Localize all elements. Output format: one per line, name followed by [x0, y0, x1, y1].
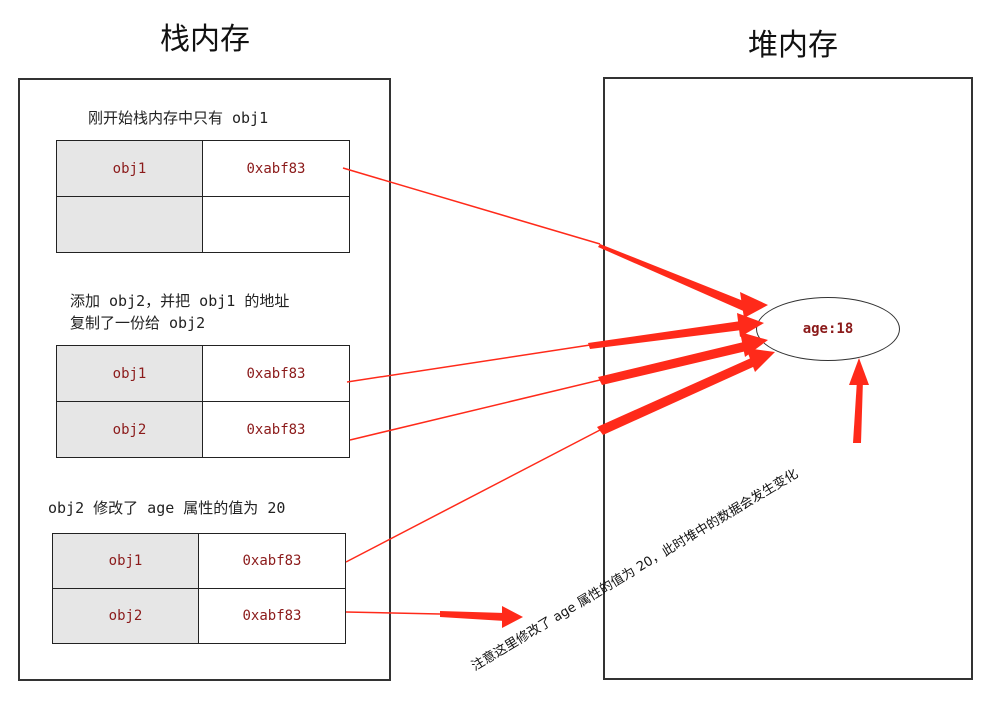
address-cell: [202, 196, 350, 253]
stack-table-1: obj1 0xabf83: [56, 140, 350, 253]
section-2-caption: 添加 obj2，并把 obj1 的地址 复制了一份给 obj2: [70, 292, 290, 332]
table-row: [56, 196, 350, 253]
variable-name-cell: obj1: [56, 140, 203, 197]
variable-name-cell: obj1: [56, 345, 203, 402]
address-cell: 0xabf83: [198, 533, 346, 589]
table-row: obj2 0xabf83: [56, 401, 350, 458]
table-row: obj1 0xabf83: [52, 533, 346, 589]
address-cell: 0xabf83: [198, 588, 346, 644]
address-cell: 0xabf83: [202, 140, 350, 197]
stack-table-3: obj1 0xabf83 obj2 0xabf83: [52, 533, 346, 644]
section-1-caption: 刚开始栈内存中只有 obj1: [88, 109, 269, 127]
heap-object-ellipse: age:18: [756, 297, 900, 361]
variable-name-cell: obj2: [52, 588, 199, 644]
address-cell: 0xabf83: [202, 345, 350, 402]
table-row: obj1 0xabf83: [56, 140, 350, 197]
variable-name-cell: obj1: [52, 533, 199, 589]
variable-name-cell: [56, 196, 203, 253]
address-cell: 0xabf83: [202, 401, 350, 458]
heap-memory-title: 堆内存: [748, 28, 838, 63]
heap-object-value: age:18: [802, 321, 854, 337]
table-row: obj2 0xabf83: [52, 588, 346, 644]
variable-name-cell: obj2: [56, 401, 203, 458]
stack-table-2: obj1 0xabf83 obj2 0xabf83: [56, 345, 350, 458]
section-3-caption: obj2 修改了 age 属性的值为 20: [48, 499, 286, 517]
heap-memory-panel: [603, 77, 973, 680]
table-row: obj1 0xabf83: [56, 345, 350, 402]
stack-memory-title: 栈内存: [160, 22, 250, 57]
